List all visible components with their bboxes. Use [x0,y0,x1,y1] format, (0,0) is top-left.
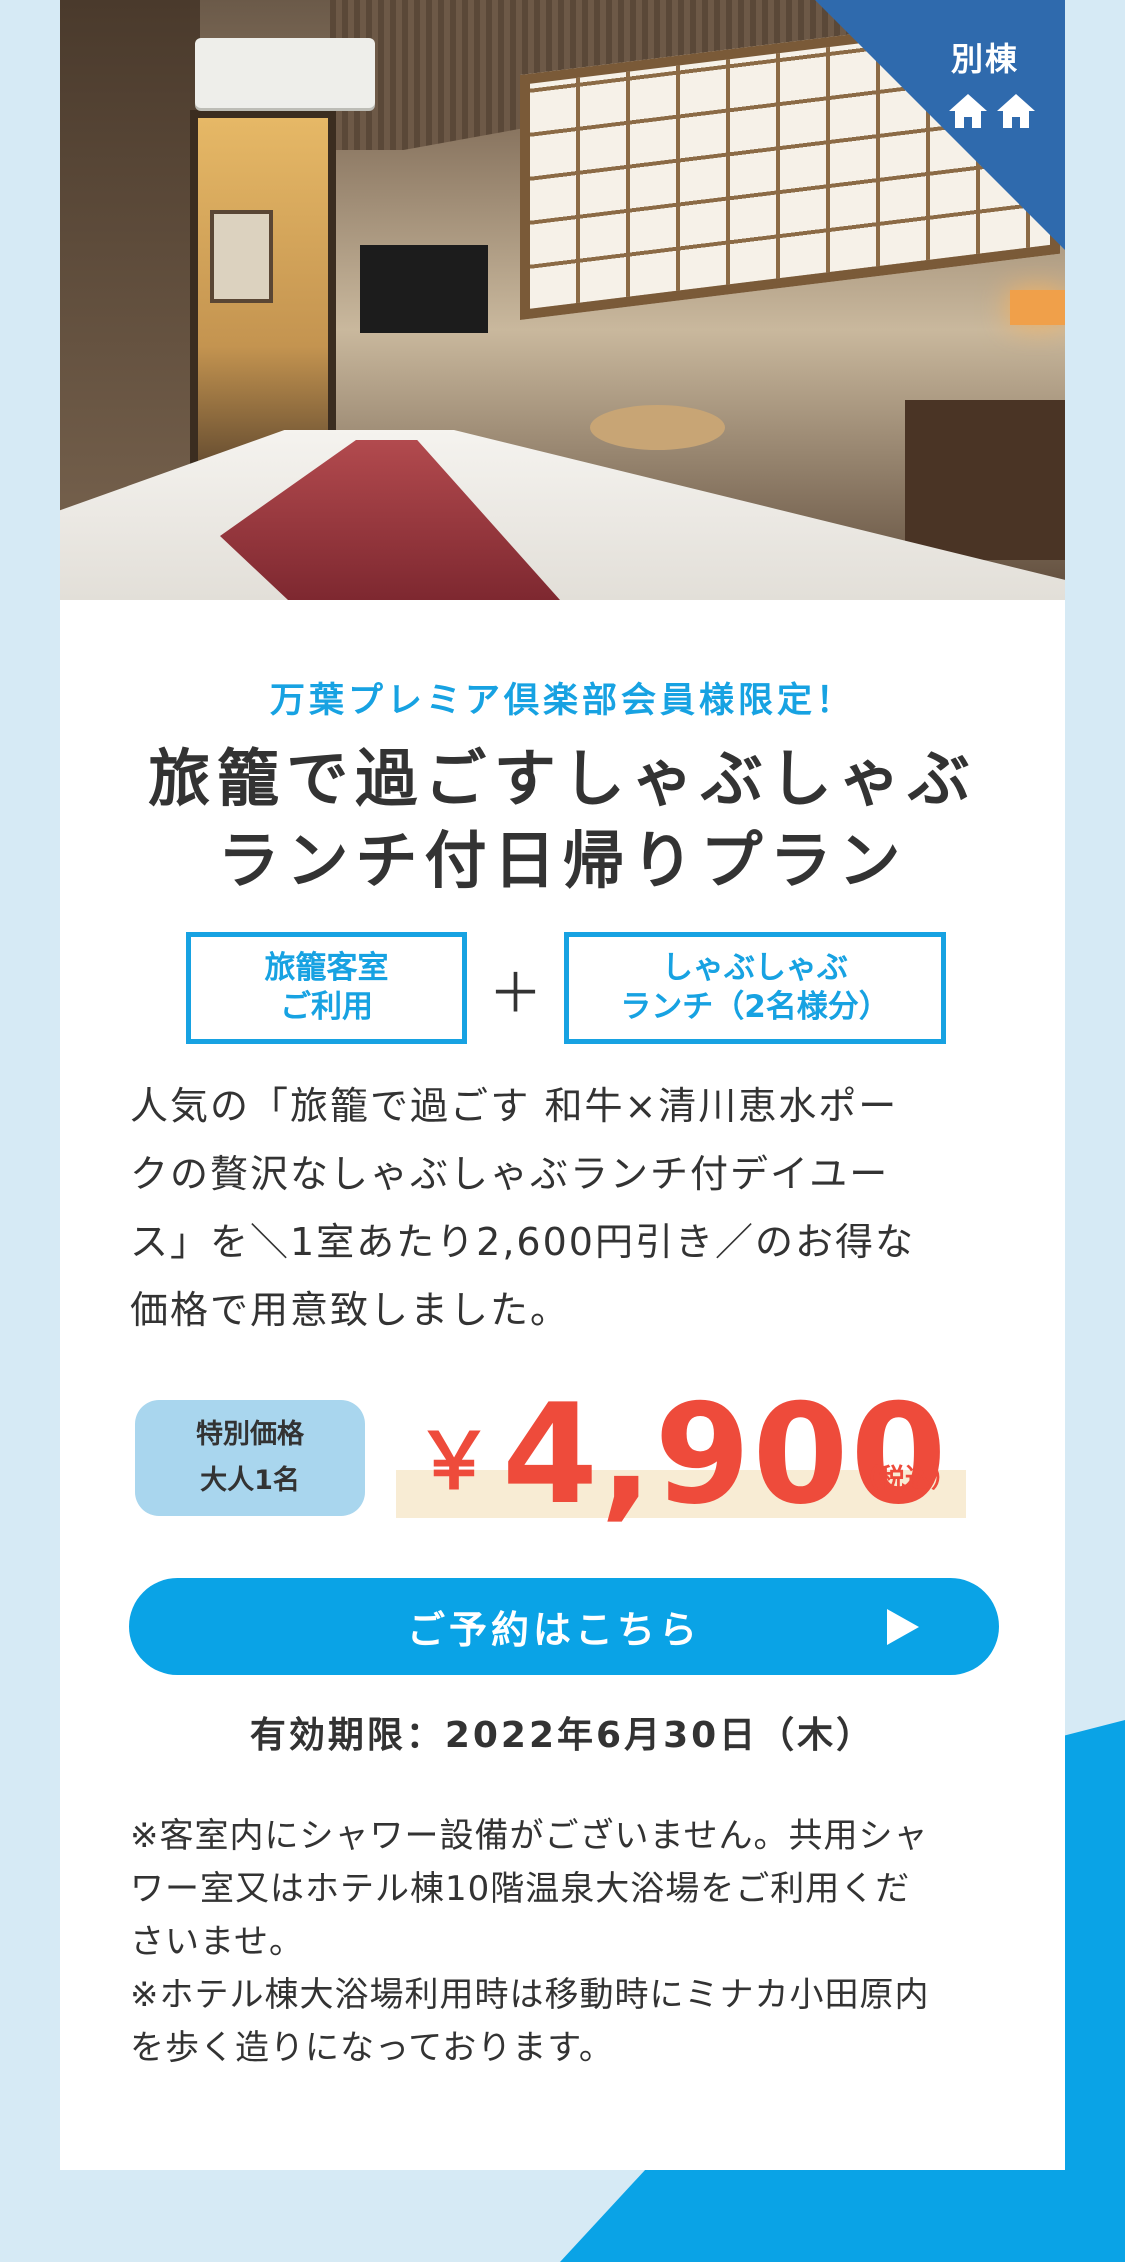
room-photo: 別棟 [60,0,1065,600]
description-line: 人気の「旅籠で過ごす 和牛×清川恵水ポー [130,1084,899,1128]
validity-period: 有効期限：2022年6月30日（木） [249,1715,876,1756]
annex-icons [947,90,1037,132]
note-line: ※客室内にシャワー設備がございません。共用シャ [130,1816,929,1856]
photo-mirror [210,210,273,303]
price-amount: 4,900 [502,1374,949,1535]
plan-title: 旅籠で過ごすしゃぶしゃぶ ランチ付日帰りプラン [60,738,1065,902]
price-tax-note: （税込） [853,1464,958,1494]
price-currency: ￥ [415,1417,494,1507]
description-line: クの贅沢なしゃぶしゃぶランチ付デイユー [130,1152,890,1196]
description-line: ス」を＼1室あたり2,600円引き／のお得な [130,1220,915,1264]
photo-cabinet [905,400,1065,560]
plan-description: 人気の「旅籠で過ごす 和牛×清川恵水ポー クの贅沢なしゃぶしゃぶランチ付デイユー… [130,1072,1000,1344]
note-line: ワー室又はホテル棟10階温泉大浴場をご利用くだ [130,1869,911,1909]
plan-title-line: 旅籠で過ごすしゃぶしゃぶ [148,742,977,815]
play-arrow-icon [887,1609,919,1645]
note-line: を歩く造りになっております。 [130,2028,614,2068]
room-use-line: 旅籠客室 [264,950,389,986]
house-icon [997,94,1035,128]
room-use-line: ご利用 [280,989,373,1025]
price-tag-line: 特別価格 [196,1419,304,1450]
plan-contents: 旅籠客室 ご利用 ＋ しゃぶしゃぶ ランチ（2名様分） [186,932,946,1044]
note-line: さいませ。 [130,1922,304,1962]
room-use-box: 旅籠客室 ご利用 [186,932,467,1044]
photo-lamp [1010,290,1065,325]
photo-low-table [590,405,725,450]
lunch-box: しゃぶしゃぶ ランチ（2名様分） [564,932,946,1044]
lunch-line: しゃぶしゃぶ [662,950,848,986]
note-line: ※ホテル棟大浴場利用時は移動時にミナカ小田原内 [130,1975,930,2015]
plan-card: 別棟 万葉プレミア倶楽部会員様限定！ 旅籠で過ごすしゃぶしゃぶ ランチ付日帰りプ… [60,0,1065,2170]
photo-tv [360,245,488,333]
member-limited-label: 万葉プレミア倶楽部会員様限定！ [269,681,855,721]
notes: ※客室内にシャワー設備がございません。共用シャ ワー室又はホテル棟10階温泉大浴… [130,1810,1010,2075]
photo-air-conditioner [195,38,375,108]
house-icon [949,94,987,128]
annex-label: 別棟 [950,40,1019,78]
reserve-button[interactable]: ご予約はこちら [129,1578,999,1675]
plus-sign: ＋ [488,961,543,1025]
price-tag-line: 大人1名 [200,1465,300,1496]
special-price-tag: 特別価格 大人1名 [135,1400,365,1516]
lunch-line: ランチ（2名様分） [620,989,890,1025]
plan-title-line: ランチ付日帰りプラン [217,824,908,897]
reserve-button-label: ご予約はこちら [406,1608,701,1652]
description-line: 価格で用意致しました。 [130,1288,571,1332]
